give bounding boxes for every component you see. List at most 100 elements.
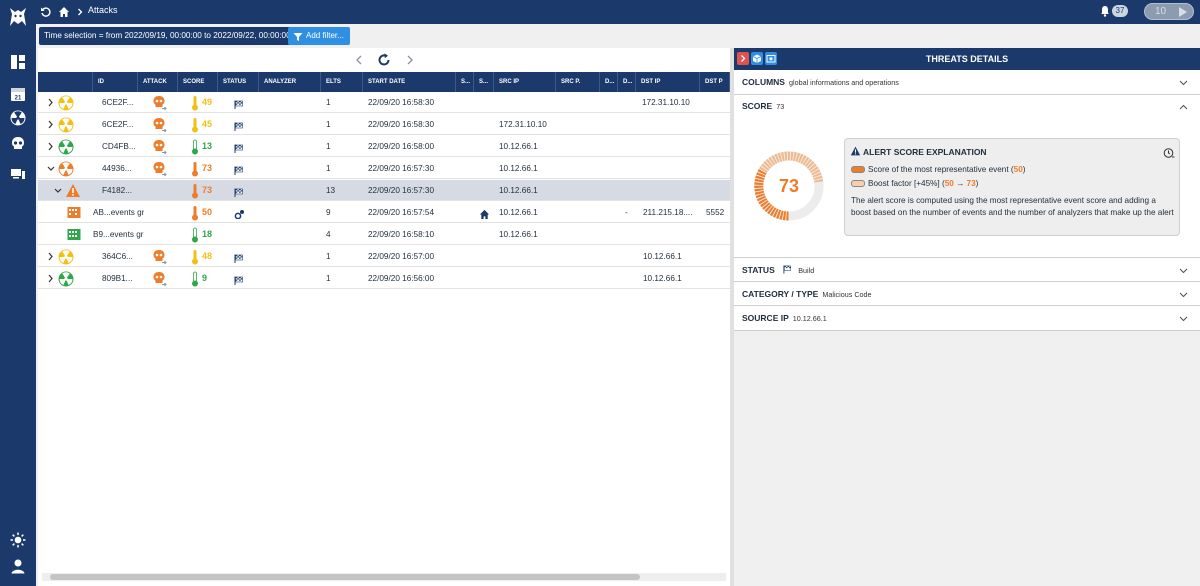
events-grid-orange-icon <box>67 206 81 220</box>
expand-chevron-icon[interactable] <box>47 268 54 289</box>
row-id: CD4FB... <box>102 142 136 151</box>
user-profile-icon[interactable] <box>8 556 28 576</box>
col-start-date[interactable]: START DATE <box>363 72 456 92</box>
row-elts: 1 <box>326 98 331 107</box>
row-elts: 13 <box>326 186 336 195</box>
skull-icon[interactable] <box>8 134 28 154</box>
col-attack[interactable]: ATTACK <box>138 72 178 92</box>
horizontal-scrollbar[interactable] <box>42 573 726 581</box>
timer-icon[interactable] <box>1163 147 1175 161</box>
app-logo-icon[interactable] <box>7 6 29 28</box>
notification-count-badge[interactable]: 37 <box>1112 5 1128 17</box>
breadcrumb-attacks[interactable]: Attacks <box>88 5 118 15</box>
row-start-date: 22/09/20 16:58:00 <box>368 142 435 151</box>
scrollbar-thumb[interactable] <box>50 574 640 580</box>
next-page-icon[interactable] <box>402 52 418 68</box>
refresh-icon[interactable] <box>376 52 392 68</box>
section-category[interactable]: CATEGORY / TYPE Malicious Code <box>734 282 1200 306</box>
history-back-icon[interactable] <box>38 4 54 20</box>
col-src-port[interactable]: SRC P. <box>556 72 600 92</box>
table-row-sub[interactable]: AB...events gr 50 9 22/09/20 16:57:54 10… <box>38 202 730 223</box>
section-source-ip[interactable]: SOURCE IP 10.12.66.1 <box>734 306 1200 331</box>
row-id: 364C6... <box>102 252 133 261</box>
col-d1[interactable]: D... <box>600 72 618 92</box>
row-start-date: 22/09/20 16:57:30 <box>368 164 435 173</box>
table-row[interactable]: 44936... 73 1 22/09/20 16:57:30 10.12.66… <box>38 158 730 179</box>
expand-chevron-icon[interactable] <box>47 92 54 113</box>
col-d2[interactable]: D... <box>618 72 636 92</box>
col-score[interactable]: SCORE <box>178 72 218 92</box>
refresh-interval-value: 10 <box>1155 6 1167 17</box>
home-icon[interactable] <box>56 4 72 20</box>
col-s1[interactable]: S... <box>456 72 474 92</box>
flag-icon <box>234 163 244 175</box>
row-start-date: 22/09/20 16:58:10 <box>368 230 435 239</box>
boost-swatch <box>851 180 865 188</box>
section-columns[interactable]: COLUMNS global informations and operation… <box>734 70 1200 95</box>
gauge-value: 73 <box>779 176 799 196</box>
radiation-icon[interactable] <box>8 108 28 128</box>
row-start-date: 22/09/20 16:57:30 <box>368 186 435 195</box>
row-start-date: 22/09/20 16:57:00 <box>368 252 435 261</box>
row-elts: 1 <box>326 142 331 151</box>
table-row[interactable]: 6CE2F... 45 1 22/09/20 16:58:30 172.31.1… <box>38 114 730 135</box>
col-status[interactable]: STATUS <box>218 72 259 92</box>
row-id: 6CE2F... <box>102 98 134 107</box>
thermometer-icon <box>191 161 199 177</box>
table-row[interactable]: CD4FB... 13 1 22/09/20 16:58:00 10.12.66… <box>38 136 730 157</box>
score-value: 18 <box>202 229 213 239</box>
table-row-selected[interactable]: F4182... 73 13 22/09/20 16:57:30 10.12.6… <box>38 180 730 201</box>
collapse-chevron-icon[interactable] <box>47 158 55 179</box>
expand-chevron-icon[interactable] <box>47 136 54 157</box>
calendar-icon[interactable]: 21 <box>8 84 28 104</box>
row-src-ip: 10.12.66.1 <box>499 186 538 195</box>
explanation-description: The alert score is computed using the mo… <box>851 196 1174 217</box>
chevron-down-icon[interactable] <box>1179 267 1188 276</box>
radiation-yellow-icon <box>58 95 74 111</box>
warning-triangle-icon <box>65 183 81 199</box>
chevron-up-icon[interactable] <box>1179 103 1188 112</box>
expand-chevron-icon[interactable] <box>47 114 54 135</box>
section-status[interactable]: STATUS Build <box>734 258 1200 282</box>
row-start-date: 22/09/20 16:56:00 <box>368 274 435 283</box>
bell-icon[interactable] <box>1100 5 1110 19</box>
col-analyzer[interactable]: ANALYZER <box>259 72 321 92</box>
row-dst-ip: 211.215.18.... <box>643 208 693 217</box>
col-elts[interactable]: ELTS <box>321 72 363 92</box>
collapse-chevron-icon[interactable] <box>54 180 62 201</box>
add-filter-button[interactable]: Add filter... <box>288 27 350 45</box>
col-src-ip[interactable]: SRC IP <box>494 72 556 92</box>
previous-page-icon[interactable] <box>351 52 367 68</box>
col-id[interactable]: ID <box>93 72 138 92</box>
dashboard-icon[interactable] <box>8 52 28 72</box>
flag-icon <box>234 119 244 131</box>
chevron-down-icon[interactable] <box>1179 315 1188 324</box>
theme-toggle-sun-icon[interactable] <box>8 530 28 550</box>
expand-chevron-icon[interactable] <box>47 246 54 267</box>
row-dst-ip: 10.12.66.1 <box>643 274 682 283</box>
table-row-sub[interactable]: B9...events gr 18 4 22/09/20 16:58:10 10… <box>38 224 730 245</box>
table-row[interactable]: 364C6... 48 1 22/09/20 16:57:00 10.12.66… <box>38 246 730 267</box>
col-s2[interactable]: S... <box>474 72 494 92</box>
score-value: 73 <box>202 185 213 195</box>
time-selection-chip[interactable]: Time selection = from 2022/09/19, 00:00:… <box>39 27 296 45</box>
table-row[interactable]: 809B1... 9 1 22/09/20 16:56:00 10.12.66.… <box>38 268 730 289</box>
radiation-yellow-icon <box>58 117 74 133</box>
score-sub: 73 <box>776 102 785 111</box>
devices-icon[interactable] <box>8 164 28 184</box>
explanation-title: ALERT SCORE EXPLANATION <box>863 147 987 157</box>
row-src-ip: 172.31.10.10 <box>499 120 547 129</box>
flag-icon <box>234 273 244 285</box>
row-elts: 1 <box>326 274 331 283</box>
chevron-down-icon[interactable] <box>1179 79 1188 88</box>
row-d-value: - <box>625 208 628 217</box>
arrow-icon: → <box>956 179 965 188</box>
col-dst-ip[interactable]: DST IP <box>636 72 700 92</box>
row-src-ip: 10.12.66.1 <box>499 208 538 217</box>
row-src-ip: 10.12.66.1 <box>499 164 538 173</box>
auto-refresh-toggle[interactable]: 10 <box>1144 3 1194 20</box>
alert-score-explanation: ALERT SCORE EXPLANATION Score of the mos… <box>844 138 1180 236</box>
col-dst-port[interactable]: DST P <box>700 72 730 92</box>
chevron-down-icon[interactable] <box>1179 291 1188 300</box>
table-row[interactable]: 6CE2F... 49 1 22/09/20 16:58:30 172.31.1… <box>38 92 730 113</box>
